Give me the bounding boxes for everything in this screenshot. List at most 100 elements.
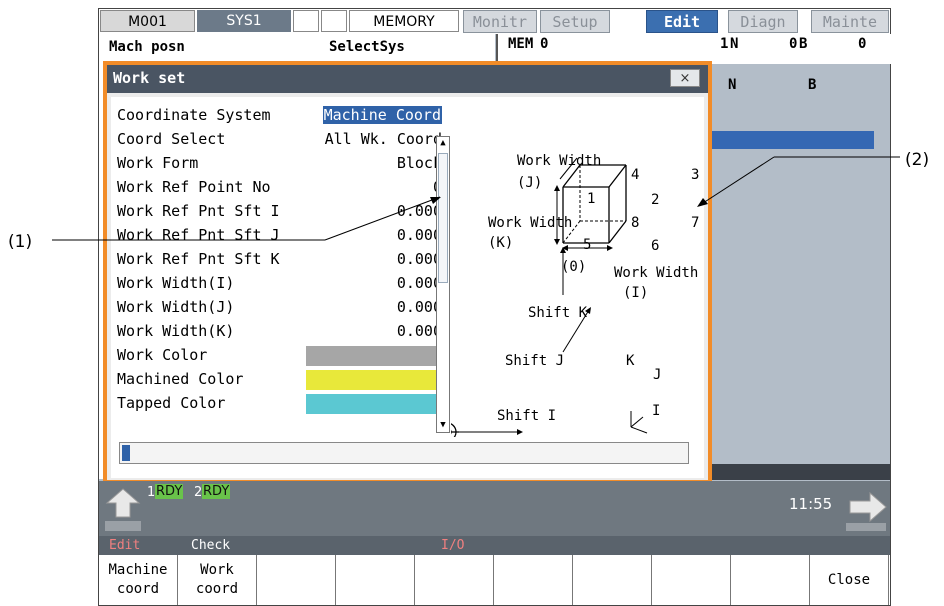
progress-fill xyxy=(122,445,130,461)
tab-diagnosis[interactable]: Diagn xyxy=(728,10,798,33)
tab-maintenance[interactable]: Mainte xyxy=(811,10,889,33)
b-value: 0 xyxy=(858,36,867,52)
top-status-bar: M001 SYS1 MEMORY Monitr Setup Edit Diagn… xyxy=(99,9,890,34)
system-indicator: SYS1 xyxy=(197,10,291,32)
b-label: B xyxy=(799,36,808,52)
softkey-1[interactable]: Machine coord xyxy=(99,555,178,605)
vertex-2: 2 xyxy=(651,192,660,208)
dialog-title-bar: Work set × xyxy=(107,65,708,93)
setting-value[interactable]: All Wk. Coord xyxy=(325,130,442,148)
setting-label: Work Ref Point No xyxy=(117,178,271,196)
color-swatch[interactable] xyxy=(306,394,437,414)
setting-row[interactable]: Machined Color xyxy=(117,369,442,391)
system-2-ready-badge: RDY xyxy=(202,484,231,499)
vertex-8: 8 xyxy=(631,215,640,231)
select-sys-label: SelectSys xyxy=(329,39,405,55)
vertex-0: (0) xyxy=(561,259,587,275)
setting-label: Coord Select xyxy=(117,130,226,148)
input-progress-bar xyxy=(119,442,689,464)
program-info-pane: MEM 0 1 N 0 B 0 xyxy=(496,34,892,64)
setting-row[interactable]: Tapped Color xyxy=(117,393,442,415)
setting-label: Work Width(I) xyxy=(117,274,235,292)
setting-row[interactable]: Coord Select All Wk. Coord xyxy=(117,129,442,151)
setting-row[interactable]: Work Width(I) 0.000 xyxy=(117,273,442,295)
axis-j-label: J xyxy=(653,367,662,383)
scroll-thumb[interactable] xyxy=(438,153,448,283)
setting-row[interactable]: Work Width(J) 0.000 xyxy=(117,297,442,319)
mem-value: 0 xyxy=(540,36,549,52)
back-arrow-icon[interactable] xyxy=(103,487,143,533)
setting-label: Work Form xyxy=(117,154,199,172)
work-set-dialog: Work set × Coordinate System Machine Coor… xyxy=(103,61,712,484)
tab-edit[interactable]: Edit xyxy=(646,10,718,33)
softkey-8[interactable] xyxy=(652,555,731,605)
n-value: 0 xyxy=(789,36,798,52)
menu-header: Edit Check I/O xyxy=(99,536,890,555)
status-cell-blank xyxy=(321,10,347,32)
setting-row[interactable]: Coordinate System Machine Coord xyxy=(117,105,442,127)
setting-label: Tapped Color xyxy=(117,394,226,412)
scroll-up-icon[interactable]: ▲ xyxy=(438,137,448,150)
setting-row[interactable]: Work Width(K) 0.000 xyxy=(117,321,442,343)
dialog-title: Work set xyxy=(113,69,186,87)
softkey-4[interactable] xyxy=(336,555,415,605)
clock: 11:55 xyxy=(789,495,833,513)
tab-monitor[interactable]: Monitr xyxy=(463,10,537,33)
setting-row[interactable]: Work Form Block xyxy=(117,153,442,175)
mem-label: MEM xyxy=(508,36,534,52)
program-number: M001 xyxy=(100,10,195,32)
dialog-body: Coordinate System Machine Coord Coord Sele… xyxy=(111,97,704,478)
setting-row[interactable]: Work Color xyxy=(117,345,442,367)
softkey-7[interactable] xyxy=(573,555,652,605)
softkey-label-line1: Machine xyxy=(108,562,168,578)
status-row: 1 RDY 2 RDY 11:55 xyxy=(99,481,890,536)
n-label-2: N xyxy=(728,77,737,93)
setting-label: Work Ref Pnt Sft I xyxy=(117,202,280,220)
softkey-3[interactable] xyxy=(257,555,336,605)
work-width-k-paren: (K) xyxy=(488,235,514,251)
callout-1: (1) xyxy=(8,232,33,252)
vertex-7: 7 xyxy=(691,215,700,231)
b-label-2: B xyxy=(808,77,817,93)
softkey-label-line2: coord xyxy=(195,581,239,597)
setting-row[interactable]: Work Ref Pnt Sft J 0.000 xyxy=(117,225,442,247)
softkey-5[interactable] xyxy=(415,555,494,605)
vertical-scrollbar[interactable]: ▲ ▼ xyxy=(436,136,450,433)
setting-label: Work Color xyxy=(117,346,208,364)
softkey-label-line2: coord xyxy=(116,581,160,597)
setting-row[interactable]: Work Ref Point No0 xyxy=(117,177,442,199)
setting-label: Coordinate System xyxy=(117,106,271,124)
scroll-down-icon[interactable]: ▼ xyxy=(438,419,448,432)
sequence-number: 1 xyxy=(720,36,729,52)
work-width-j-label: Work Width xyxy=(517,153,602,169)
dark-strip xyxy=(711,464,890,480)
menu-check-label: Check xyxy=(191,538,231,553)
menu-edit-label: Edit xyxy=(109,538,141,553)
vertex-4: 4 xyxy=(631,167,640,183)
softkey-label-line1: Close xyxy=(827,572,871,588)
softkey-2[interactable]: Work coord xyxy=(178,555,257,605)
n-label: N xyxy=(730,36,739,52)
setting-label: Work Ref Pnt Sft J xyxy=(117,226,280,244)
vertex-1: 1 xyxy=(587,191,596,207)
axis-i-label: I xyxy=(652,403,661,419)
softkey-9[interactable] xyxy=(731,555,810,605)
shift-j-label: Shift J xyxy=(505,353,565,369)
softkey-10[interactable]: Close xyxy=(810,555,889,605)
softkey-bar: Machine coord Work coord Close xyxy=(99,555,890,605)
color-swatch[interactable] xyxy=(306,370,437,390)
softkey-6[interactable] xyxy=(494,555,573,605)
color-swatch[interactable] xyxy=(306,346,437,366)
setting-label: Work Width(K) xyxy=(117,322,235,340)
pane-title: Mach posn xyxy=(109,39,185,55)
setting-row[interactable]: Work Ref Pnt Sft I 0.000 xyxy=(117,201,442,223)
vertex-5: 5 xyxy=(583,237,592,253)
setting-row[interactable]: Work Ref Pnt Sft K 0.000 xyxy=(117,249,442,271)
close-icon[interactable]: × xyxy=(670,69,700,87)
work-width-j-paren: (J) xyxy=(517,175,543,191)
setting-label: Work Width(J) xyxy=(117,298,235,316)
setting-value-selected[interactable]: Machine Coord xyxy=(322,106,442,124)
tab-setup[interactable]: Setup xyxy=(540,10,610,33)
forward-arrow-icon[interactable] xyxy=(844,487,888,533)
work-width-i-paren: (I) xyxy=(623,285,649,301)
